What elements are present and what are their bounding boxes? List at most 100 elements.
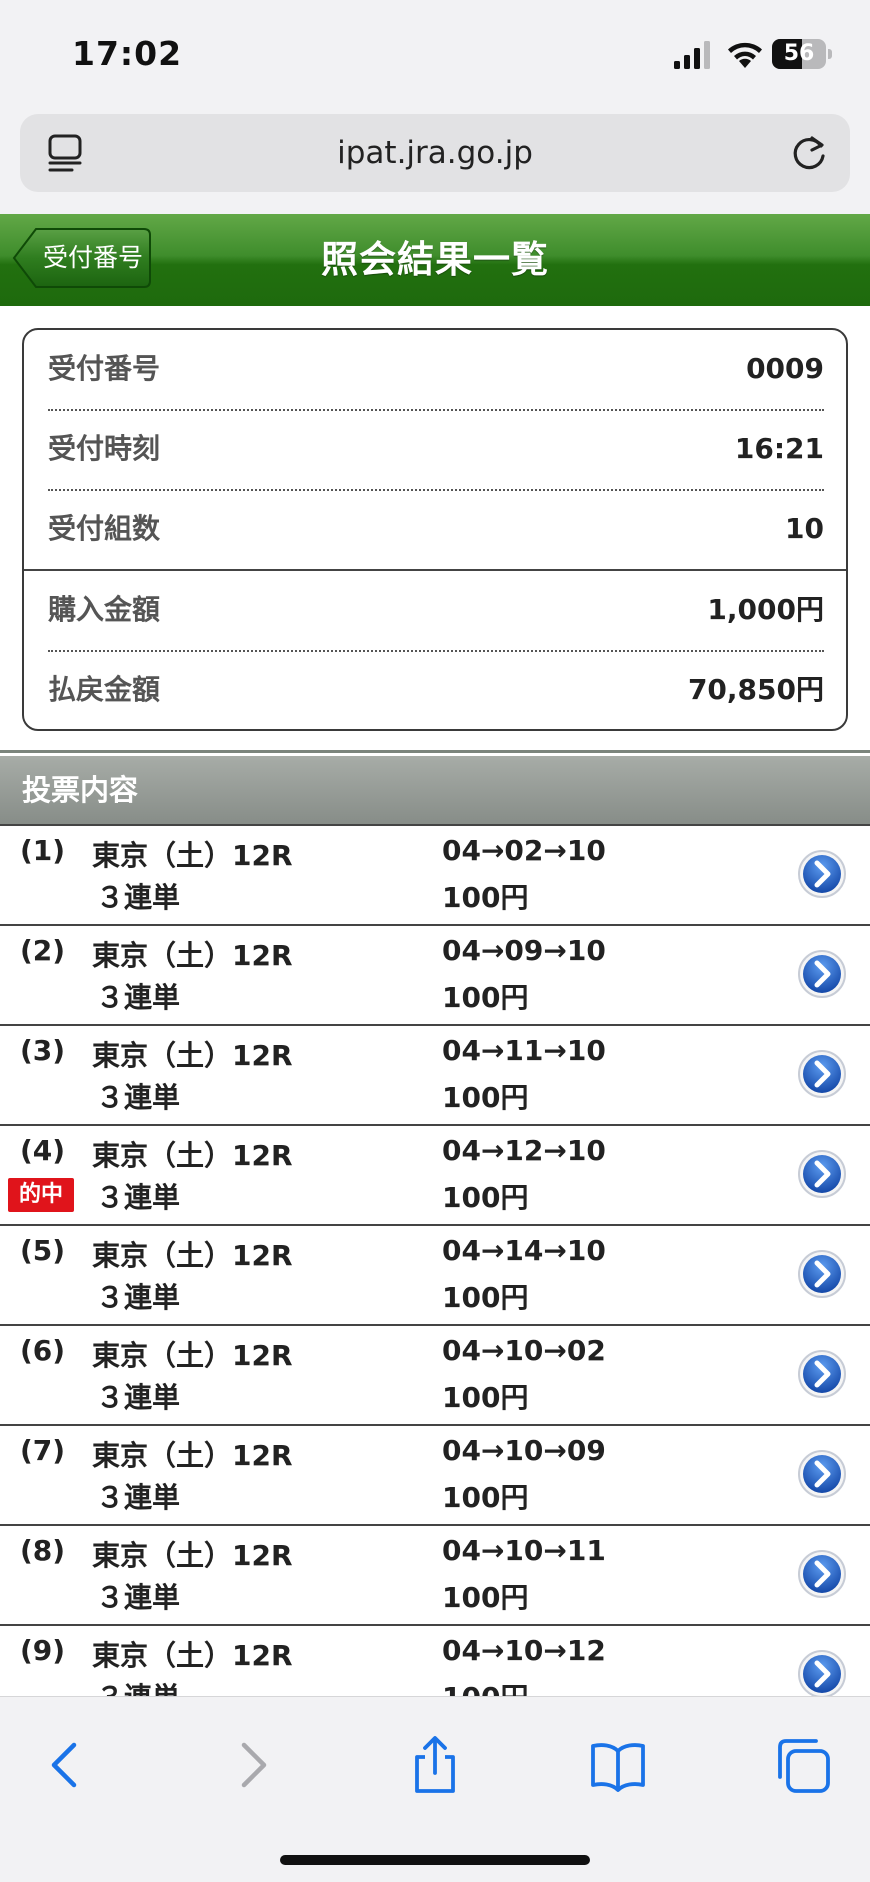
back-button[interactable]: 受付番号 — [12, 226, 152, 290]
battery-nub — [828, 49, 832, 59]
bet-index: (5) — [20, 1234, 66, 1267]
bet-combination: 04→14→10 — [442, 1234, 606, 1267]
detail-arrow-icon[interactable] — [796, 1548, 848, 1600]
bet-combination: 04→02→10 — [442, 834, 606, 867]
bet-list: (1) 東京（土）12R ３連単 04→02→10 100円 (2) 東京（土）12R ３連単… — [0, 824, 870, 1696]
bet-type: ３連単 — [96, 1081, 181, 1114]
bet-combination: 04→11→10 — [442, 1034, 606, 1067]
bet-index: (9) — [20, 1634, 66, 1667]
bet-row[interactable]: (1) 東京（土）12R ３連単 04→02→10 100円 — [0, 826, 870, 926]
detail-arrow-icon[interactable] — [796, 1648, 848, 1696]
title-bar: 照会結果一覧 受付番号 — [0, 214, 870, 306]
reload-icon[interactable] — [788, 132, 830, 174]
summary-value: 0009 — [746, 352, 824, 385]
summary-label: 受付番号 — [48, 352, 161, 385]
bet-row[interactable]: (2) 東京（土）12R ３連単 04→09→10 100円 — [0, 926, 870, 1026]
bet-type: ３連単 — [96, 1581, 181, 1614]
address-bar[interactable]: ipat.jra.go.jp — [20, 114, 850, 192]
bet-race: 東京（土）12R — [92, 839, 293, 872]
bet-type: ３連単 — [96, 1281, 181, 1314]
detail-arrow-icon[interactable] — [796, 848, 848, 900]
bet-index: (2) — [20, 934, 66, 967]
bet-type: ３連単 — [96, 981, 181, 1014]
bet-row[interactable]: (9) 東京（土）12R ３連単 04→10→12 100円 — [0, 1626, 870, 1696]
bet-index: (4) — [20, 1134, 66, 1167]
status-time: 17:02 — [72, 34, 183, 73]
detail-arrow-icon[interactable] — [796, 1348, 848, 1400]
bet-race: 東京（土）12R — [92, 1039, 293, 1072]
bet-type: ３連単 — [96, 1181, 181, 1214]
bet-race: 東京（土）12R — [92, 1139, 293, 1172]
bet-type: ３連単 — [96, 1481, 181, 1514]
bet-type: ３連単 — [96, 881, 181, 914]
bet-row[interactable]: (6) 東京（土）12R ３連単 04→10→02 100円 — [0, 1326, 870, 1426]
bet-amount: 100円 — [442, 1481, 529, 1514]
bet-amount: 100円 — [442, 1676, 528, 1696]
bookmarks-icon[interactable] — [588, 1735, 648, 1795]
bet-row[interactable]: (5) 東京（土）12R ３連単 04→14→10 100円 — [0, 1226, 870, 1326]
share-icon[interactable] — [405, 1735, 465, 1795]
signal-icon — [674, 41, 710, 69]
browser-toolbar — [0, 1696, 870, 1882]
bet-combination: 04→10→12 — [442, 1634, 606, 1667]
bet-race: 東京（土）12R — [92, 1439, 293, 1472]
summary-label: 購入金額 — [48, 593, 161, 626]
bet-race: 東京（土）12R — [92, 1339, 293, 1372]
bet-combination: 04→09→10 — [442, 934, 606, 967]
summary-value: 10 — [785, 512, 824, 545]
bet-combination: 04→10→02 — [442, 1334, 606, 1367]
forward-arrow-icon[interactable] — [222, 1735, 282, 1795]
section-header: 投票内容 — [0, 756, 870, 824]
bet-row[interactable]: (3) 東京（土）12R ３連単 04→11→10 100円 — [0, 1026, 870, 1126]
summary-card: 受付番号 0009 受付時刻 16:21 受付組数 10 購入金額 1,000円… — [22, 328, 848, 731]
bet-race: 東京（土）12R — [92, 1539, 293, 1572]
summary-value: 16:21 — [734, 432, 824, 465]
summary-label: 受付組数 — [48, 512, 161, 545]
bet-amount: 100円 — [442, 1381, 529, 1414]
summary-row-set-count: 受付組数 10 — [48, 490, 824, 568]
bet-amount: 100円 — [442, 981, 529, 1014]
detail-arrow-icon[interactable] — [796, 1248, 848, 1300]
back-arrow-icon[interactable] — [36, 1735, 96, 1795]
detail-arrow-icon[interactable] — [796, 1148, 848, 1200]
bet-row[interactable]: (4) 東京（土）12R ３連単 04→12→10 100円 的中 — [0, 1126, 870, 1226]
detail-arrow-icon[interactable] — [796, 948, 848, 1000]
bet-amount: 100円 — [442, 1081, 529, 1114]
bet-row[interactable]: (7) 東京（土）12R ３連単 04→10→09 100円 — [0, 1426, 870, 1526]
summary-label: 払戻金額 — [48, 673, 161, 706]
bet-index: (8) — [20, 1534, 66, 1567]
bet-row[interactable]: (8) 東京（土）12R ３連単 04→10→11 100円 — [0, 1526, 870, 1626]
bet-index: (3) — [20, 1034, 66, 1067]
bet-combination: 04→10→11 — [442, 1534, 606, 1567]
browser-address-area: ipat.jra.go.jp — [0, 100, 870, 214]
bet-race: 東京（土）12R — [92, 1239, 293, 1272]
bet-type: ３連単 — [96, 1676, 180, 1696]
summary-row-payout-amount: 払戻金額 70,850円 — [48, 651, 824, 729]
address-url[interactable]: ipat.jra.go.jp — [20, 114, 850, 192]
summary-row-receipt-number: 受付番号 0009 — [48, 330, 824, 408]
summary-value: 1,000円 — [707, 593, 824, 626]
tabs-overview-icon[interactable] — [774, 1735, 834, 1795]
summary-label: 受付時刻 — [48, 432, 161, 465]
detail-arrow-icon[interactable] — [796, 1448, 848, 1500]
back-button-label: 受付番号 — [42, 243, 143, 272]
bet-amount: 100円 — [442, 1581, 529, 1614]
bet-combination: 04→10→09 — [442, 1434, 606, 1467]
summary-row-purchase-amount: 購入金額 1,000円 — [48, 571, 824, 649]
bet-race: 東京（土）12R — [92, 1639, 293, 1672]
bet-index: (6) — [20, 1334, 66, 1367]
summary-row-receipt-time: 受付時刻 16:21 — [48, 410, 824, 488]
bet-type: ３連単 — [96, 1381, 181, 1414]
bet-amount: 100円 — [442, 1281, 529, 1314]
detail-arrow-icon[interactable] — [796, 1048, 848, 1100]
bet-amount: 100円 — [442, 881, 529, 914]
bet-combination: 04→12→10 — [442, 1134, 606, 1167]
hit-badge: 的中 — [8, 1178, 74, 1212]
bet-race: 東京（土）12R — [92, 939, 293, 972]
bet-amount: 100円 — [442, 1181, 529, 1214]
summary-value: 70,850円 — [687, 673, 824, 706]
battery-icon: 56 — [772, 39, 826, 69]
bet-index: (7) — [20, 1434, 66, 1467]
section-separator — [0, 750, 870, 753]
status-bar: 17:02 56 — [0, 0, 870, 112]
